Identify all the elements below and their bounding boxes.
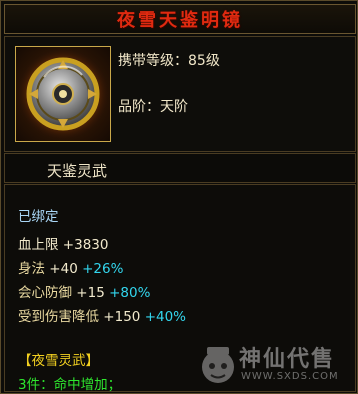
bronze-mirror-icon (15, 46, 111, 142)
item-header: 携带等级：85级 品阶：天阶 (4, 36, 356, 152)
section-title: 天鉴灵武 (47, 162, 108, 180)
item-tooltip: 夜雪天鉴明镜 携带等级：85级 品阶：天阶 天鉴灵武 已绑定 血上限 +3830… (0, 0, 358, 394)
stat-value: +15 (76, 285, 105, 301)
watermark: 神仙代售 WWW.SXDS.COM (197, 341, 357, 393)
stat-row: 会心防御 +15 +80% (18, 281, 150, 301)
bound-status: 已绑定 (18, 209, 59, 225)
stat-value: +150 (103, 309, 141, 325)
stat-name: 受到伤害降低 (18, 309, 99, 325)
watermark-text: 神仙代售 (239, 346, 336, 372)
set-name: 【夜雪灵武】 (18, 353, 99, 369)
section-heading: 天鉴灵武 (4, 153, 356, 183)
item-title: 夜雪天鉴明镜 (117, 10, 243, 31)
stat-name: 会心防御 (18, 285, 72, 301)
watermark-url: WWW.SXDS.COM (241, 371, 339, 382)
stat-value: +40 (49, 261, 78, 277)
item-grade: 品阶：天阶 (118, 99, 188, 115)
stat-percent: +26% (82, 261, 124, 277)
title-bar: 夜雪天鉴明镜 (4, 4, 356, 34)
stat-name: 血上限 (18, 237, 59, 253)
stat-row: 血上限 +3830 (18, 233, 108, 253)
watermark-logo-icon (202, 347, 234, 383)
stat-name: 身法 (18, 261, 45, 277)
stat-value: +3830 (62, 237, 109, 253)
stat-percent: +40% (144, 309, 187, 325)
stat-row: 身法 +40 +26% (18, 257, 123, 277)
set-bonus: 3件：命中增加； (18, 377, 122, 393)
stat-row: 受到伤害降低 +150 +40% (18, 305, 186, 325)
carry-level: 携带等级：85级 (118, 53, 220, 69)
stat-percent: +80% (109, 285, 151, 301)
